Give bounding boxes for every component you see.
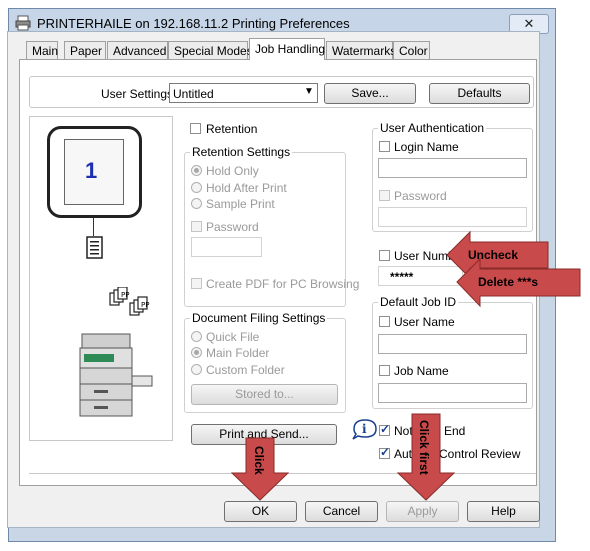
tutorial-annotations: Uncheck Delete ***s Click first Click [230,230,581,501]
delete-arrow-text: Delete ***s [478,275,538,289]
click-arrow: Click [230,437,290,501]
click-arrow-text: Click [252,446,266,475]
click-first-arrow-text: Click first [417,420,431,475]
click-first-arrow: Click first [396,413,456,501]
tab-job-handling[interactable]: Job Handling [249,38,325,60]
uncheck-arrow-text: Uncheck [468,248,518,262]
